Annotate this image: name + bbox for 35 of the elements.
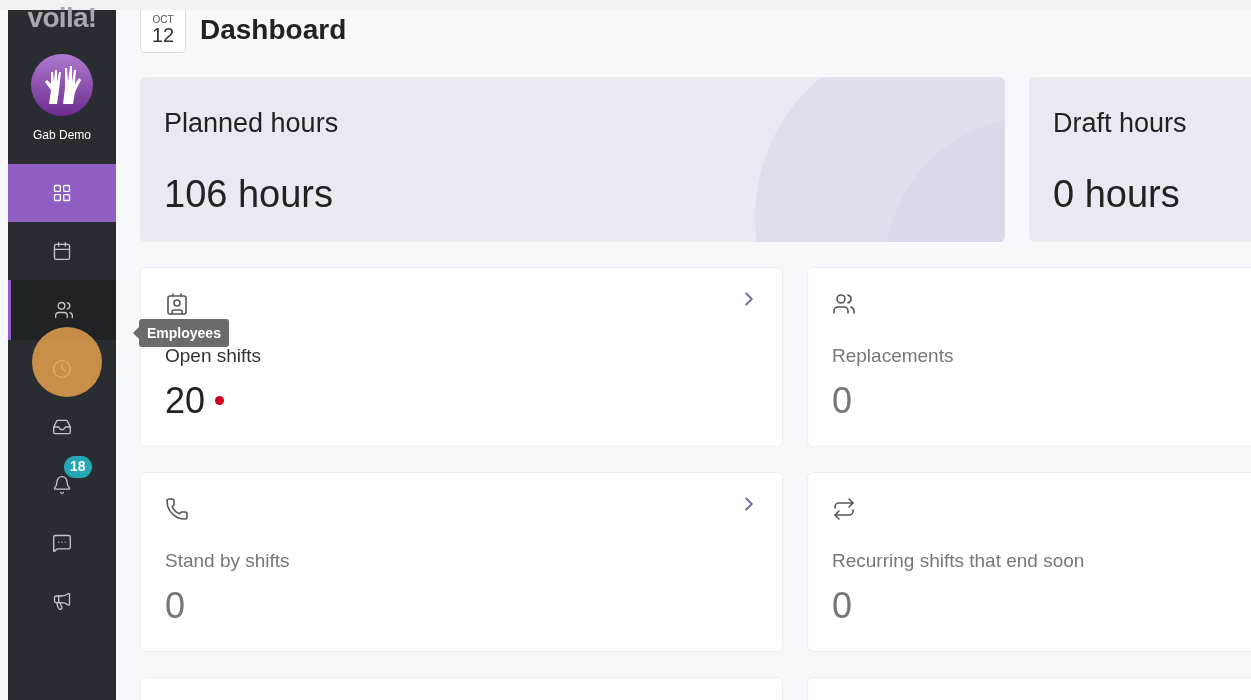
date-month: OCT (152, 15, 174, 25)
account-name: Gab Demo (33, 127, 91, 144)
stat-card[interactable]: Replacements 0 (807, 267, 1251, 447)
summary-value: 106 hours (164, 171, 334, 217)
phone-icon (165, 497, 189, 521)
page-title: Dashboard (200, 13, 347, 47)
date-day: 12 (151, 25, 175, 45)
stat-label: Open shifts (165, 344, 263, 368)
badge-icon (165, 292, 189, 316)
stat-card[interactable]: Stand by shifts 0 (140, 472, 783, 652)
megaphone-icon (52, 591, 72, 611)
logo: voila! (27, 4, 97, 32)
stat-label: Recurring shifts that end soon (832, 549, 1086, 573)
stat-value: 0 (832, 587, 853, 624)
nav-item[interactable]: 18 (8, 456, 116, 514)
people-icon (53, 300, 74, 320)
dashboard-icon (52, 183, 72, 203)
nav-item[interactable] (8, 280, 116, 340)
summary-value: 0 hours (1053, 171, 1181, 217)
summary-label: Draft hours (1053, 107, 1188, 140)
summary-label: Planned hours (164, 107, 340, 140)
stat-value: 20 (165, 382, 206, 419)
stat-label: Replacements (832, 344, 955, 368)
calendar-icon (52, 241, 72, 261)
tooltip: Employees (139, 319, 229, 347)
inbox-icon (52, 417, 72, 437)
repeat-icon (832, 497, 856, 521)
chat-icon (52, 533, 72, 553)
avatar-icon (31, 54, 93, 116)
stat-value: 0 (832, 382, 853, 419)
stat-label: Stand by shifts (165, 549, 291, 573)
stat-value: 0 (165, 587, 186, 624)
stat-card[interactable]: Recurring shifts that end soon 0 (807, 472, 1251, 652)
bell-icon (52, 475, 72, 495)
notification-badge: 18 (64, 456, 92, 478)
